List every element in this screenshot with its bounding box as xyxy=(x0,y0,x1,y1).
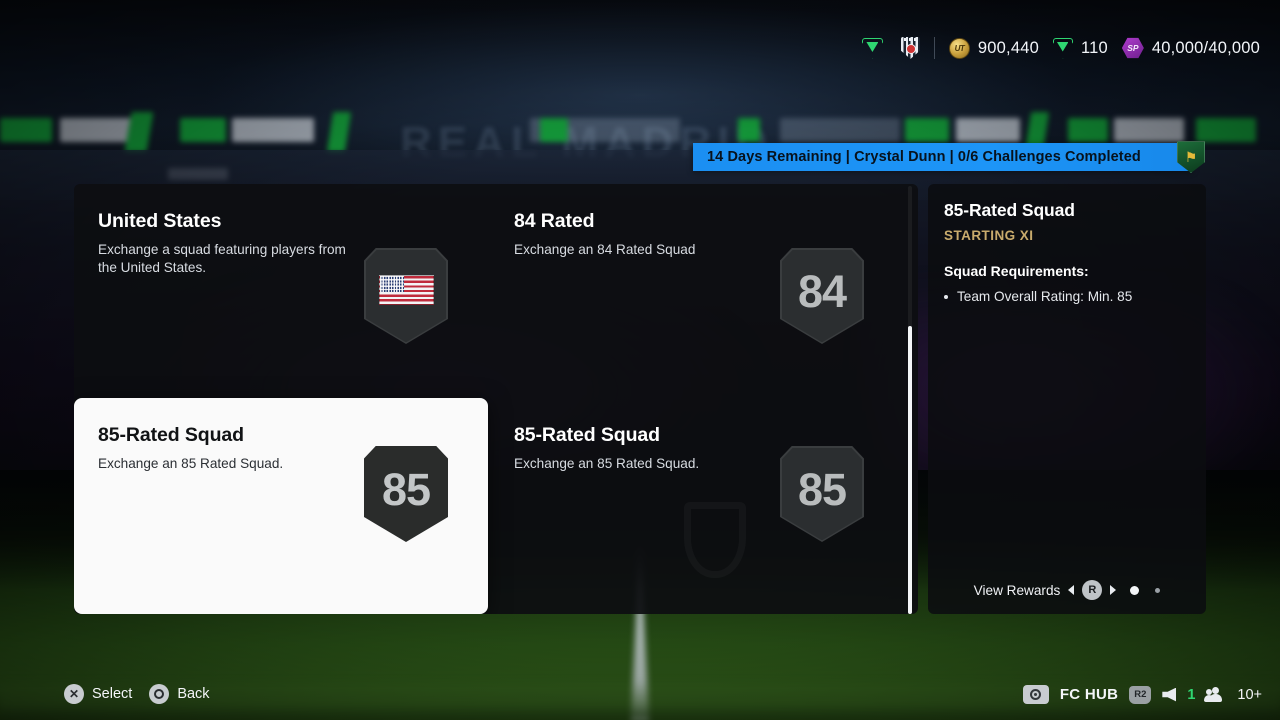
touchpad-icon[interactable] xyxy=(1022,685,1049,704)
card-description: Exchange an 84 Rated Squad xyxy=(514,242,696,257)
coins-value: 900,440 xyxy=(977,38,1039,57)
challenge-ribbon-text: 14 Days Remaining | Crystal Dunn | 0/6 C… xyxy=(707,149,1141,165)
circle-button-icon xyxy=(149,684,170,704)
sp-icon: SP xyxy=(1121,37,1144,59)
card-description: Exchange a squad featuring players from … xyxy=(98,242,346,275)
view-rewards-label: View Rewards xyxy=(973,582,1061,598)
card-title: United States xyxy=(98,210,222,232)
next-arrow-icon[interactable] xyxy=(1110,585,1117,595)
exchange-card-grid: United States Exchange a squad featuring… xyxy=(74,184,918,614)
exchange-card-84-rated[interactable]: 84 Rated Exchange an 84 Rated Squad 84 xyxy=(490,184,904,398)
united-states-flag-icon xyxy=(378,275,434,305)
club-crest-icon xyxy=(900,37,920,59)
action-select[interactable]: ✕ Select xyxy=(64,684,132,704)
currency-sp: SP 40,000/40,000 xyxy=(1121,37,1260,59)
currency-fc-points: 110 xyxy=(1052,37,1108,59)
r2-button-icon[interactable]: R2 xyxy=(1129,685,1152,704)
view-rewards-row[interactable]: View Rewards R xyxy=(928,580,1206,600)
top-hud: UT 900,440 110 SP 40,000/40,000 xyxy=(861,34,1260,62)
currency-coins: UT 900,440 xyxy=(948,37,1039,59)
ut-coin-icon: UT xyxy=(948,37,970,59)
card-title: 85-Rated Squad xyxy=(514,424,660,446)
card-badge-rating: 85 xyxy=(780,446,864,542)
card-title: 84 Rated xyxy=(514,210,595,232)
voice-count: 1 xyxy=(1187,686,1196,703)
requirement-text: Team Overall Rating: Min. 85 xyxy=(957,289,1133,304)
action-back-label: Back xyxy=(177,686,210,702)
prev-arrow-icon[interactable] xyxy=(1068,585,1075,595)
card-title: 85-Rated Squad xyxy=(98,424,244,446)
fc-points-value: 110 xyxy=(1080,38,1108,57)
game-screen: REAL MADRID xyxy=(0,0,1280,720)
action-back[interactable]: Back xyxy=(149,684,210,704)
panel-subtitle: STARTING XI xyxy=(944,228,1034,243)
requirements-heading: Squad Requirements: xyxy=(944,263,1089,279)
page-dot-active[interactable] xyxy=(1130,585,1140,595)
r-button-icon[interactable]: R xyxy=(1082,580,1103,600)
card-badge-flag xyxy=(364,248,448,344)
panel-title: 85-Rated Squad xyxy=(944,200,1075,220)
hud-divider xyxy=(933,37,935,59)
card-description: Exchange an 85 Rated Squad. xyxy=(98,456,284,471)
bottom-bar-status: FC HUB R2 1 10+ xyxy=(1022,685,1262,704)
speaker-icon xyxy=(1162,687,1177,702)
grid-scrollbar-track[interactable] xyxy=(908,186,912,614)
exchange-card-85-rated-selected[interactable]: 85-Rated Squad Exchange an 85 Rated Squa… xyxy=(74,398,488,614)
requirement-item: Team Overall Rating: Min. 85 xyxy=(944,288,1190,306)
watermark-shield-icon xyxy=(684,502,746,578)
card-badge-rating: 84 xyxy=(780,248,864,344)
sp-value: 40,000/40,000 xyxy=(1151,38,1260,57)
card-description: Exchange an 85 Rated Squad. xyxy=(514,456,700,471)
squad-details-panel: 85-Rated Squad STARTING XI Squad Require… xyxy=(928,184,1206,614)
card-badge-value: 84 xyxy=(797,266,847,317)
action-select-label: Select xyxy=(92,686,133,702)
fc-hub-label[interactable]: FC HUB xyxy=(1060,686,1118,703)
hud-profile-icons xyxy=(861,37,920,59)
people-count: 10+ xyxy=(1237,686,1262,703)
card-badge-rating: 85 xyxy=(364,446,448,542)
people-icon xyxy=(1204,687,1226,702)
grid-scrollbar-thumb[interactable] xyxy=(908,326,912,614)
exchange-card-united-states[interactable]: United States Exchange a squad featuring… xyxy=(74,184,488,398)
fc-points-icon xyxy=(1052,37,1073,59)
challenge-crest-glyph: ⚑ xyxy=(1184,149,1198,165)
bullet-icon xyxy=(944,295,948,299)
challenge-ribbon[interactable]: 14 Days Remaining | Crystal Dunn | 0/6 C… xyxy=(693,141,1205,173)
fc-logo-icon xyxy=(861,37,883,59)
cross-button-icon: ✕ xyxy=(64,684,84,704)
page-dot[interactable] xyxy=(1155,587,1161,593)
bottom-bar-actions: ✕ Select Back xyxy=(64,684,210,704)
card-badge-value: 85 xyxy=(381,464,431,515)
card-badge-value: 85 xyxy=(797,464,847,515)
